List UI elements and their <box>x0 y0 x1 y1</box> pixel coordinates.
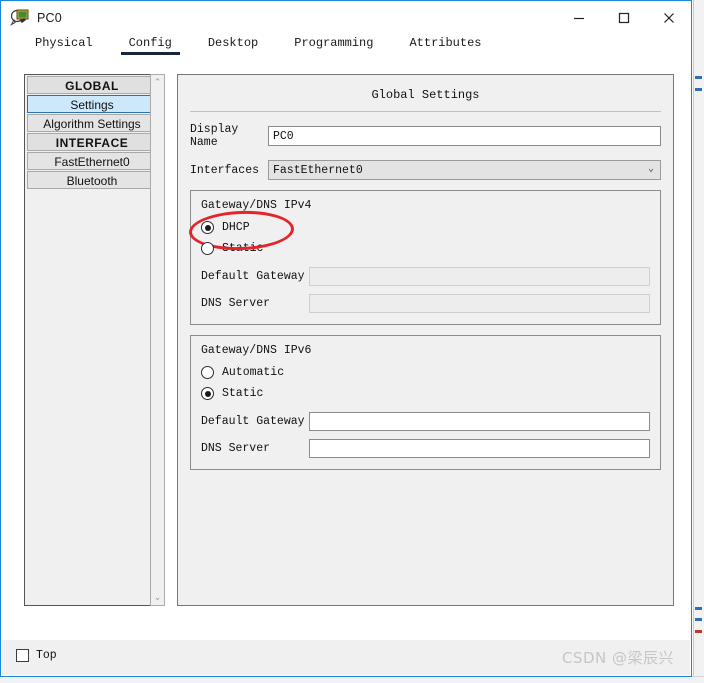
ipv6-automatic-label: Automatic <box>222 366 285 379</box>
ipv4-dhcp-radio[interactable] <box>201 221 214 234</box>
display-name-label: Display Name <box>190 123 239 149</box>
background-bar <box>695 630 702 633</box>
gateway-dns-ipv6-group: Gateway/DNS IPv6 Automatic Static Defaul… <box>190 335 661 470</box>
tab-attributes[interactable]: Attributes <box>397 34 493 55</box>
close-icon[interactable] <box>646 1 691 34</box>
ipv4-dns-server-row: DNS Server <box>201 294 650 313</box>
tab-config[interactable]: Config <box>117 34 184 55</box>
scroll-up-icon[interactable]: ⌃ <box>151 75 164 90</box>
maximize-icon[interactable] <box>601 1 646 34</box>
ipv6-static-row[interactable]: Static <box>201 383 650 404</box>
sidebar-item-fastethernet0[interactable]: FastEthernet0 <box>27 152 157 170</box>
tab-physical[interactable]: Physical <box>23 34 105 55</box>
background-bar <box>695 76 702 79</box>
ipv6-default-gateway-label: Default Gateway <box>201 415 305 428</box>
sidebar-item-algorithm-settings[interactable]: Algorithm Settings <box>27 114 157 132</box>
background-app-strip <box>693 0 704 683</box>
sidebar-header-interface: INTERFACE <box>27 133 157 151</box>
interfaces-row: Interfaces FastEthernet0 ⌄ <box>190 160 661 180</box>
display-name-input[interactable]: PC0 <box>268 126 661 146</box>
background-bar <box>695 88 702 91</box>
ipv4-dns-server-label: DNS Server <box>201 297 271 310</box>
ipv4-default-gateway-input <box>309 267 650 286</box>
csdn-watermark: CSDN @梁辰兴 <box>561 649 674 667</box>
global-settings-panel: Global Settings Display Name PC0 Interfa… <box>177 74 674 606</box>
tab-bar: Physical Config Desktop Programming Attr… <box>1 34 691 60</box>
tab-programming[interactable]: Programming <box>282 34 385 55</box>
background-bar <box>695 618 702 621</box>
panel-divider <box>190 111 661 112</box>
sidebar-item-settings[interactable]: Settings <box>27 95 157 113</box>
ipv4-default-gateway-label: Default Gateway <box>201 270 305 283</box>
display-name-row: Display Name PC0 <box>190 123 661 149</box>
top-checkbox[interactable] <box>16 649 29 662</box>
gateway-dns-ipv4-group: Gateway/DNS IPv4 DHCP Static Default Gat… <box>188 190 661 325</box>
ipv6-default-gateway-input[interactable] <box>309 412 650 431</box>
tab-desktop[interactable]: Desktop <box>196 34 270 55</box>
ipv4-static-radio[interactable] <box>201 242 214 255</box>
panel-title: Global Settings <box>371 88 480 102</box>
ipv4-default-gateway-row: Default Gateway <box>201 267 650 286</box>
sidebar-item-bluetooth[interactable]: Bluetooth <box>27 171 157 189</box>
desktop-bottom-strip <box>0 676 704 683</box>
ipv6-caption: Gateway/DNS IPv6 <box>201 344 312 357</box>
ipv6-automatic-radio[interactable] <box>201 366 214 379</box>
top-checkbox-label: Top <box>36 649 57 662</box>
window-footer: Top CSDN @梁辰兴 <box>2 639 690 675</box>
ipv6-dns-server-input[interactable] <box>309 439 650 458</box>
packet-tracer-device-icon <box>10 8 30 28</box>
sidebar-header-global: GLOBAL <box>27 76 157 94</box>
ipv4-dhcp-row[interactable]: DHCP <box>188 209 650 252</box>
ipv6-static-label: Static <box>222 387 264 400</box>
ipv6-automatic-row[interactable]: Automatic <box>201 362 650 383</box>
ipv6-dns-server-label: DNS Server <box>201 442 271 455</box>
ipv4-static-row[interactable]: Static <box>201 238 650 259</box>
ipv4-static-label: Static <box>222 242 264 255</box>
config-content-area: GLOBAL Settings Algorithm Settings INTER… <box>2 61 690 641</box>
interfaces-label: Interfaces <box>190 163 260 177</box>
chevron-down-icon: ⌄ <box>647 164 654 175</box>
pc-config-window: PC0 Physical Config Desktop Programming … <box>0 0 692 677</box>
sidebar-scrollbar[interactable]: ⌃ ⌄ <box>150 74 165 606</box>
interfaces-selected-value: FastEthernet0 <box>273 163 363 177</box>
interfaces-dropdown[interactable]: FastEthernet0 ⌄ <box>268 160 661 180</box>
background-bar <box>695 607 702 610</box>
ipv4-dns-server-input <box>309 294 650 313</box>
minimize-icon[interactable] <box>556 1 601 34</box>
ipv4-caption: Gateway/DNS IPv4 <box>201 199 312 212</box>
window-title: PC0 <box>37 10 62 25</box>
ipv6-static-radio[interactable] <box>201 387 214 400</box>
config-sidebar: GLOBAL Settings Algorithm Settings INTER… <box>24 74 160 606</box>
scroll-down-icon[interactable]: ⌄ <box>151 590 164 605</box>
window-controls <box>556 1 691 34</box>
ipv6-dns-server-row: DNS Server <box>201 439 650 458</box>
ipv6-default-gateway-row: Default Gateway <box>201 412 650 431</box>
ipv4-dhcp-label: DHCP <box>222 221 250 234</box>
window-titlebar[interactable]: PC0 <box>1 1 691 34</box>
top-checkbox-group[interactable]: Top <box>16 649 57 662</box>
